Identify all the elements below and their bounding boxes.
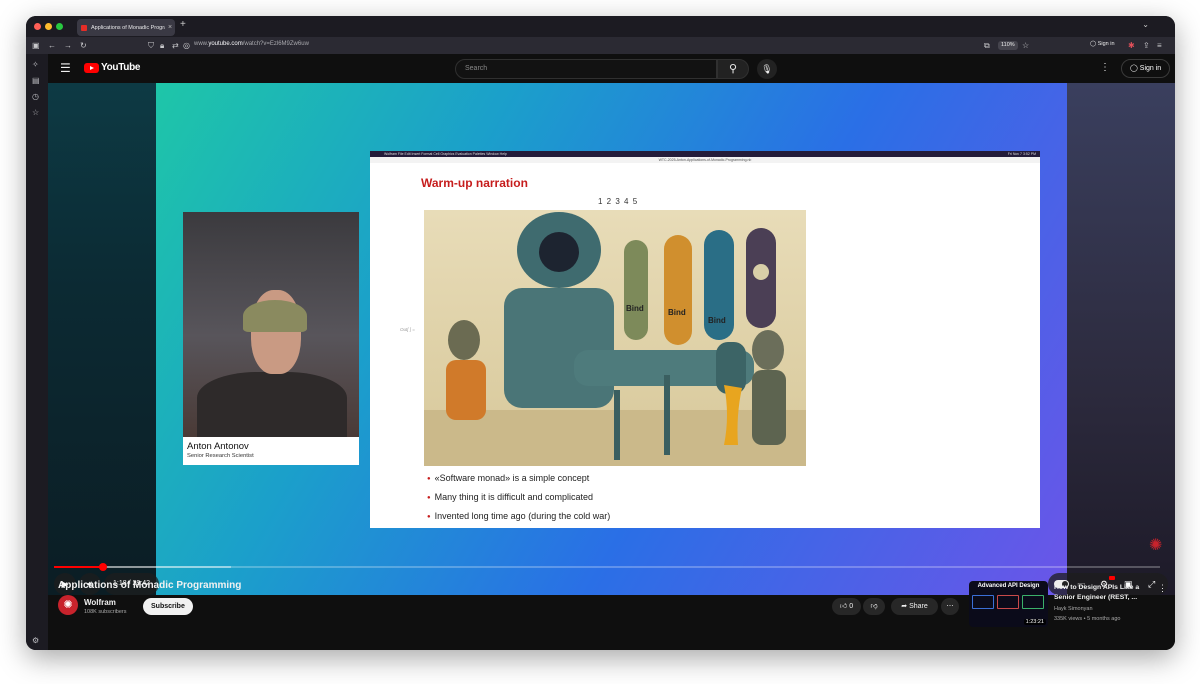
star-icon[interactable]: ☆ bbox=[32, 108, 39, 117]
bookmarks-icon[interactable]: ▤ bbox=[32, 76, 40, 85]
youtube-logo-text[interactable]: YouTube bbox=[101, 62, 141, 73]
tab-close-icon[interactable]: × bbox=[165, 24, 175, 31]
thumbs-down-icon: 👎︎ bbox=[870, 603, 878, 610]
lock-icon[interactable]: 🔒︎ bbox=[160, 40, 164, 51]
tab-youtube[interactable]: Applications of Monadic Progra × bbox=[77, 19, 175, 36]
monad-machine-illustration: Bind Bind Bind bbox=[424, 210, 806, 466]
presenter-cap bbox=[243, 300, 307, 332]
presenter-title: Senior Research Scientist bbox=[187, 453, 254, 459]
presenter-webcam: Anton Antonov Senior Research Scientist bbox=[183, 212, 359, 465]
scrubber-handle[interactable] bbox=[98, 563, 107, 571]
youtube-header: ☰ YouTube Search ⚲ 🎙︎ ⋮ ◯ Sign in bbox=[48, 54, 1175, 82]
thumbnail-graphic bbox=[972, 595, 994, 609]
progress-bar[interactable] bbox=[54, 563, 1160, 571]
microphone-icon[interactable]: 🎙︎ bbox=[757, 59, 777, 79]
permissions-icon[interactable]: ⇄ bbox=[172, 40, 179, 51]
wolfram-watermark-icon: ✺ bbox=[1149, 537, 1163, 554]
more-actions-button[interactable]: ⋯ bbox=[941, 598, 959, 615]
more-options-icon[interactable]: ⋮ bbox=[1158, 583, 1167, 594]
sign-in-button[interactable]: ◯ Sign in bbox=[1121, 59, 1171, 78]
youtube-favicon-icon bbox=[81, 24, 87, 31]
bookmark-star-icon[interactable]: ☆ bbox=[1022, 40, 1029, 51]
navigation-bar: ▣ ← → ↻ ⛉ 🔒︎ ⇄ ◎ www.youtube.com/watch?v… bbox=[26, 37, 1175, 54]
recommendation-title[interactable]: How to Design APIs Like a Senior Enginee… bbox=[1054, 583, 1146, 603]
presenter-nameplate: Anton Antonov Senior Research Scientist bbox=[183, 437, 359, 465]
video-left-margin bbox=[48, 83, 156, 595]
share-icon[interactable]: ⇪ bbox=[1143, 40, 1150, 51]
maximize-window-icon[interactable] bbox=[56, 23, 63, 30]
search-input[interactable]: Search bbox=[455, 59, 717, 79]
history-icon[interactable]: ◷ bbox=[32, 92, 39, 101]
youtube-page: ☰ YouTube Search ⚲ 🎙︎ ⋮ ◯ Sign in Anton … bbox=[48, 54, 1175, 650]
gear-icon[interactable]: ⚙ bbox=[32, 636, 39, 645]
youtube-logo-icon[interactable] bbox=[84, 63, 99, 73]
shield-icon[interactable]: ⛉ bbox=[148, 40, 154, 51]
firefox-sign-in[interactable]: ◯ Sign in bbox=[1090, 41, 1115, 47]
search-placeholder: Search bbox=[465, 65, 488, 72]
search-icon: ⚲ bbox=[728, 63, 738, 75]
tab-title: Applications of Monadic Progra bbox=[91, 24, 165, 31]
dislike-button[interactable]: 👎︎ bbox=[863, 598, 885, 615]
bullet-item: Invented long time ago (during the cold … bbox=[427, 511, 611, 530]
share-arrow-icon: ➦ bbox=[901, 603, 908, 610]
close-window-icon[interactable] bbox=[34, 23, 41, 30]
slide-bullets: «Software monad» is a simple concept Man… bbox=[427, 473, 611, 530]
like-count: 0 bbox=[849, 603, 854, 610]
ai-chat-icon[interactable]: ✧ bbox=[32, 60, 39, 69]
recommendation-stats: 335K views • 5 months ago bbox=[1054, 616, 1121, 622]
menu-icon[interactable]: ≡ bbox=[1157, 40, 1162, 51]
progress-played bbox=[54, 566, 103, 568]
tab-bar: Applications of Monadic Progra × + ⌄ bbox=[26, 16, 1175, 37]
slide-heading: Warm-up narration bbox=[421, 176, 528, 190]
thumbnail-title: Advanced API Design bbox=[977, 583, 1040, 589]
recommendation-thumbnail[interactable]: Advanced API Design 1:23:21 bbox=[969, 581, 1048, 627]
recommendation-author: Hayk Simonyan bbox=[1054, 606, 1093, 612]
bullet-item: Many thing it is difficult and complicat… bbox=[427, 492, 610, 511]
search-button[interactable]: ⚲ bbox=[717, 59, 749, 79]
fullscreen-icon[interactable]: ⤢ bbox=[1148, 573, 1155, 595]
chevron-down-icon[interactable]: ⌄ bbox=[1142, 20, 1149, 29]
video-duration: 1:23:21 bbox=[1023, 619, 1046, 625]
forward-icon[interactable]: → bbox=[64, 40, 72, 51]
subscriber-count: 108K subscribers bbox=[84, 609, 127, 615]
back-icon[interactable]: ← bbox=[48, 40, 56, 51]
hd-badge bbox=[1109, 576, 1115, 580]
bullet-item: «Software monad» is a simple concept bbox=[427, 473, 610, 492]
like-button[interactable]: 👍︎ 0 bbox=[832, 598, 861, 615]
video-title: Applications of Monadic Programming bbox=[58, 580, 242, 591]
sidebar-toggle-icon[interactable]: ▣ bbox=[32, 40, 40, 51]
bind-label: Bind bbox=[626, 304, 644, 313]
reload-icon[interactable]: ↻ bbox=[80, 40, 87, 51]
browser-window: Applications of Monadic Progra × + ⌄ ▣ ←… bbox=[26, 16, 1175, 650]
channel-avatar[interactable]: ✺ bbox=[58, 595, 78, 615]
slide-pager: 1 2 3 4 5 bbox=[598, 197, 639, 206]
thumbnail-graphic bbox=[997, 595, 1019, 609]
channel-name[interactable]: Wolfram bbox=[84, 598, 116, 607]
video-player[interactable]: Anton Antonov Senior Research Scientist … bbox=[48, 83, 1175, 595]
thumbs-up-icon: 👍︎ bbox=[839, 603, 848, 610]
subscribe-button[interactable]: Subscribe bbox=[143, 598, 193, 615]
thumbnail-graphic bbox=[1022, 595, 1044, 609]
zoom-level[interactable]: 110% bbox=[998, 41, 1018, 50]
more-options-icon[interactable]: ⋮ bbox=[1100, 62, 1110, 73]
hamburger-menu-icon[interactable]: ☰ bbox=[60, 61, 71, 75]
minimize-window-icon[interactable] bbox=[45, 23, 52, 30]
presenter-body bbox=[197, 372, 347, 437]
extension-icon[interactable]: ✱ bbox=[1128, 40, 1135, 51]
camera-icon[interactable]: ◎ bbox=[183, 40, 190, 51]
picture-in-picture-icon[interactable]: ⧉ bbox=[984, 40, 990, 51]
notebook-slide: Wolfram File Edit Insert Format Cell Gra… bbox=[370, 151, 1040, 528]
notebook-window-title: WTC-2025-Anton-Applications-of-Monadic-P… bbox=[370, 157, 1040, 163]
bind-label: Bind bbox=[668, 308, 686, 317]
out-cell-label: Out[ ] = bbox=[400, 327, 415, 332]
url-bar[interactable]: www.youtube.com/watch?v=Ezl6M9Zw6uw bbox=[194, 41, 309, 47]
browser-sidebar: ✧ ▤ ◷ ☆ ⚙ bbox=[26, 54, 48, 650]
new-tab-button[interactable]: + bbox=[180, 19, 186, 30]
video-right-margin bbox=[1067, 83, 1175, 595]
share-button[interactable]: ➦ Share bbox=[891, 598, 938, 615]
video-frame[interactable]: Anton Antonov Senior Research Scientist … bbox=[156, 83, 1067, 595]
bind-label: Bind bbox=[708, 316, 726, 325]
presenter-name: Anton Antonov bbox=[187, 441, 249, 452]
